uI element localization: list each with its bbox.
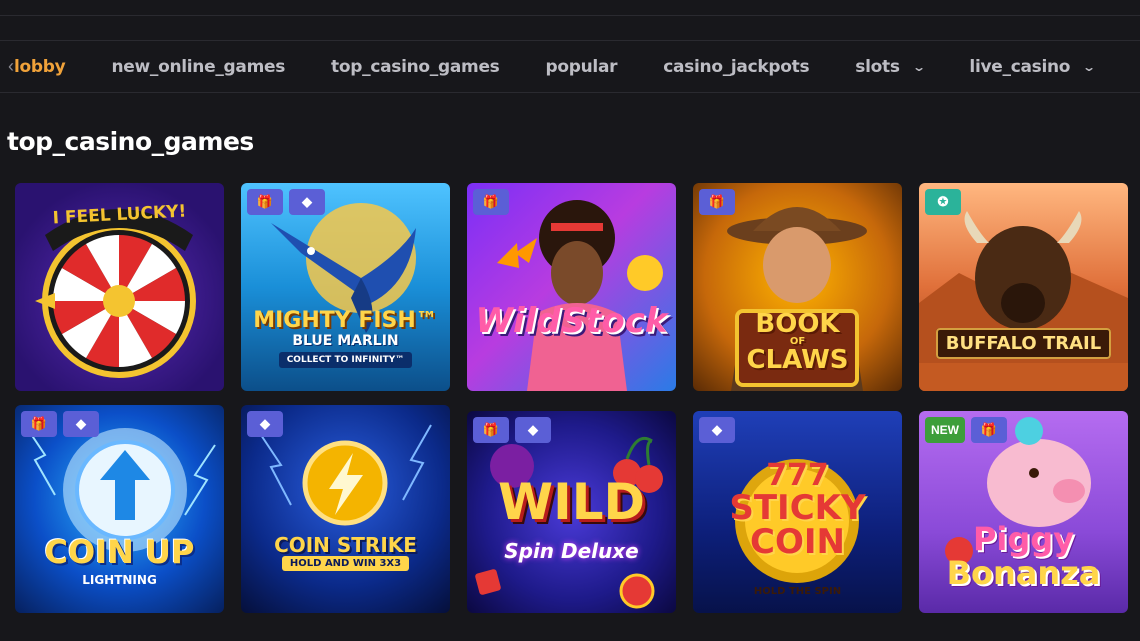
nav-item-new-online-games[interactable]: new_online_games (111, 57, 285, 77)
nav-item-top-casino-games[interactable]: top_casino_games (331, 56, 500, 77)
game-subtitle: BLUE MARLIN (292, 333, 399, 349)
game-tile-buffalo-trail[interactable]: ✪ BUFFALO TRAIL (919, 183, 1128, 391)
top-bar (0, 0, 1140, 16)
game-title: COIN STRIKE (274, 533, 417, 557)
game-tile-wild-spin-deluxe[interactable]: 🎁 ◆ WILD Spin Deluxe (467, 411, 676, 613)
game-tile-book-of-claws[interactable]: 🎁 BOOK OF CLAWS (693, 183, 902, 391)
badge-group: NEW 🎁 (925, 417, 1007, 443)
chevron-left-icon[interactable]: ‹ (0, 56, 14, 77)
category-nav: ‹ lobby new_online_games top_casino_game… (0, 41, 1140, 93)
nav-item-casino-jackpots[interactable]: casino_jackpots (663, 57, 809, 77)
game-title-line: CLAWS (746, 345, 849, 375)
game-title-line: COIN (750, 522, 845, 562)
gift-icon: 🎁 (473, 189, 509, 215)
game-title: COIN UP (44, 533, 195, 571)
nav-label: lobby (14, 56, 66, 77)
game-title: BOOK OF CLAWS (693, 311, 902, 373)
award-icon: ✪ (925, 189, 961, 215)
gift-icon: 🎁 (247, 189, 283, 215)
diamond-icon: ◆ (515, 417, 551, 443)
nav-label: new_online_games (111, 56, 286, 77)
game-title-line: Piggy (972, 520, 1075, 558)
game-subtitle: HOLD THE SPIN (753, 586, 842, 597)
game-title-line: 777 (766, 458, 829, 493)
diamond-icon: ◆ (699, 417, 735, 443)
diamond-icon: ◆ (247, 411, 283, 437)
game-title: MIGHTY FISH™ (253, 308, 438, 333)
game-tile-sticky-coin[interactable]: ◆ 777 STICKY COIN HOLD THE SPIN (693, 411, 902, 613)
nav-label: casino_jackpots (663, 56, 810, 77)
game-title-line: STICKY (729, 488, 866, 528)
nav-label: popular (545, 56, 618, 77)
game-tile-wildstock[interactable]: 🎁 WildStock (467, 183, 676, 391)
gift-icon: 🎁 (473, 417, 509, 443)
game-title-line: BOOK (755, 309, 840, 339)
badge-group: 🎁 (699, 189, 735, 215)
badge-group: ◆ (699, 417, 735, 443)
game-tile-coin-up[interactable]: 🎁 ◆ COIN UP LIGHTNING (15, 405, 224, 613)
nav-label: slots (855, 56, 900, 77)
gift-icon: 🎁 (699, 189, 735, 215)
nav-item-lobby[interactable]: lobby (14, 56, 66, 77)
game-title: 777 STICKY COIN (693, 458, 902, 562)
game-title-line: Bonanza (946, 553, 1101, 592)
nav-item-live-casino[interactable]: live_casino ⌄ (969, 56, 1096, 77)
game-tile-mighty-fish[interactable]: 🎁 ◆ MIGHTY FISH™ BLUE MARLIN COLLECT TO … (241, 183, 450, 391)
badge-group: 🎁 (473, 189, 509, 215)
nav-label: live_casino (969, 56, 1071, 77)
diamond-icon: ◆ (63, 411, 99, 437)
game-title: Piggy Bonanza (919, 520, 1128, 592)
gift-icon: 🎁 (971, 417, 1007, 443)
badge-group: 🎁 ◆ (473, 417, 551, 443)
chevron-down-icon: ⌄ (1082, 59, 1096, 74)
nav-label: top_casino_games (331, 56, 500, 77)
badge-group: ◆ (247, 411, 283, 437)
gift-icon: 🎁 (21, 411, 57, 437)
game-tagline: COLLECT TO INFINITY™ (241, 352, 450, 368)
game-title: BUFFALO TRAIL (919, 328, 1128, 359)
badge-group: ✪ (925, 189, 961, 215)
new-badge: NEW (925, 417, 965, 443)
chevron-down-icon: ⌄ (911, 59, 926, 74)
nav-item-popular[interactable]: popular (546, 57, 618, 77)
badge-group: 🎁 ◆ (247, 189, 325, 215)
game-title: WildStock (475, 301, 668, 341)
nav-item-slots[interactable]: slots ⌄ (855, 56, 926, 77)
game-tile-coin-strike[interactable]: ◆ COIN STRIKE HOLD AND WIN 3X3 (241, 405, 450, 613)
game-tile-piggy-bonanza[interactable]: NEW 🎁 Piggy Bonanza (919, 411, 1128, 613)
game-subtitle: LIGHTNING (82, 573, 157, 587)
diamond-icon: ◆ (289, 189, 325, 215)
game-subtitle-text: HOLD AND WIN 3X3 (281, 556, 410, 571)
game-title: WILD (497, 473, 646, 531)
game-title-text: BUFFALO TRAIL (935, 328, 1112, 359)
game-tagline-text: COLLECT TO INFINITY™ (278, 352, 413, 368)
game-subtitle: Spin Deluxe (504, 539, 639, 563)
game-tile-i-feel-lucky[interactable]: I FEEL LUCKY! (15, 183, 224, 391)
game-subtitle: HOLD AND WIN 3X3 (241, 556, 450, 571)
badge-group: 🎁 ◆ (21, 411, 99, 437)
section-title: top_casino_games (7, 127, 254, 156)
